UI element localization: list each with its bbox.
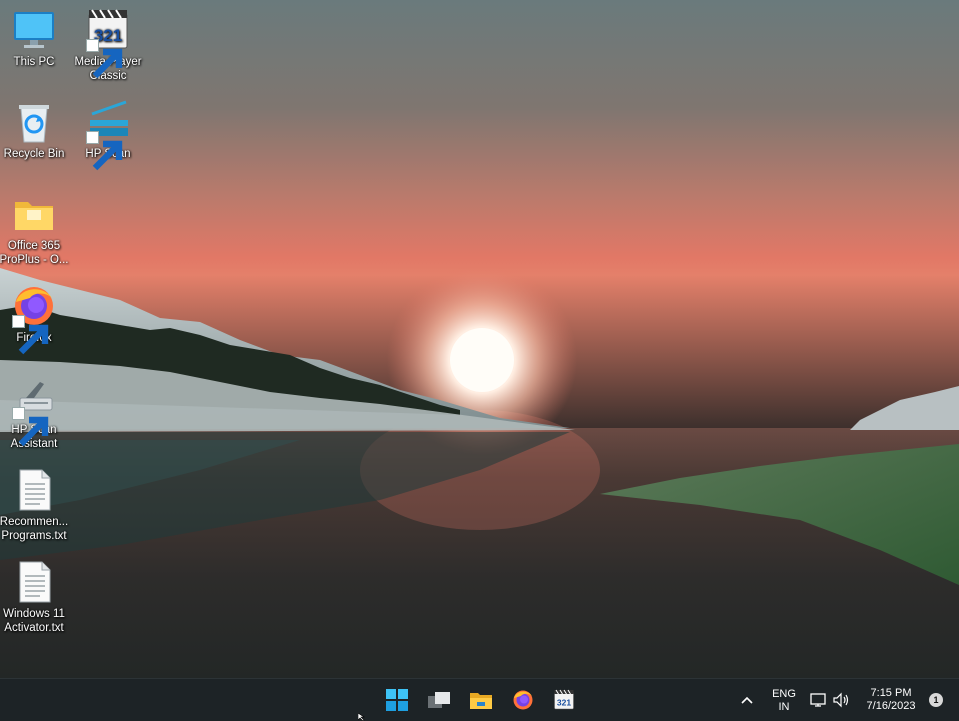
network-status-button[interactable] bbox=[806, 686, 830, 714]
language-region: IN bbox=[778, 701, 790, 713]
desktop-icon-media-player-classic[interactable]: 321 Media Player Classic bbox=[72, 8, 144, 83]
shortcut-arrow-icon bbox=[86, 39, 123, 79]
firefox-icon bbox=[513, 690, 533, 710]
shortcut-arrow-icon bbox=[86, 131, 123, 171]
desktop-icon-firefox[interactable]: Firefox bbox=[0, 284, 70, 355]
desktop-icon-recycle-bin[interactable]: Recycle Bin bbox=[0, 100, 70, 161]
desktop-icon-hp-scan[interactable]: HP Scan bbox=[72, 100, 144, 171]
desktop-icon-this-pc[interactable]: This PC bbox=[0, 8, 70, 69]
task-view-button[interactable] bbox=[424, 686, 454, 714]
desktop-icon-windows-11-activator[interactable]: Windows 11 Activator.txt bbox=[0, 560, 70, 635]
chevron-up-icon bbox=[741, 696, 753, 704]
volume-button[interactable] bbox=[830, 686, 854, 714]
speaker-icon bbox=[833, 692, 849, 708]
language-code: ENG bbox=[772, 688, 796, 700]
task-view-icon bbox=[428, 692, 450, 708]
desktop-icon-label: Windows 11 Activator.txt bbox=[3, 608, 65, 634]
shortcut-arrow-icon bbox=[12, 407, 49, 447]
desktop-icon-label: Office 365 ProPlus - O... bbox=[0, 240, 69, 266]
desktop-icon-label: Recycle Bin bbox=[3, 148, 65, 160]
desktop-icon-label: This PC bbox=[13, 56, 55, 68]
shortcut-arrow-icon bbox=[12, 315, 49, 355]
windows-start-icon bbox=[386, 689, 408, 711]
firefox-taskbar-button[interactable] bbox=[508, 686, 538, 714]
show-hidden-icons-button[interactable] bbox=[734, 686, 760, 714]
clock[interactable]: 7:15 PM 7/16/2023 bbox=[858, 687, 924, 713]
folder-icon bbox=[15, 202, 53, 230]
desktop-icon-label: Recommen... Programs.txt bbox=[0, 516, 69, 542]
start-button[interactable] bbox=[382, 686, 412, 714]
media-player-classic-icon: 321 bbox=[554, 689, 574, 710]
svg-text:321: 321 bbox=[557, 698, 571, 708]
network-icon bbox=[810, 693, 826, 707]
file-explorer-icon bbox=[470, 693, 492, 709]
desktop-icon-office-365[interactable]: Office 365 ProPlus - O... bbox=[0, 192, 70, 267]
taskbar: 321 ENG IN 7:15 PM 7/16/2023 bbox=[0, 678, 959, 721]
text-file-icon bbox=[19, 561, 51, 603]
text-file-icon bbox=[19, 469, 51, 511]
clock-date: 7/16/2023 bbox=[866, 700, 916, 712]
desktop-icon-hp-scan-assistant[interactable]: HP Scan Assistant bbox=[0, 376, 70, 451]
media-player-classic-taskbar-button[interactable]: 321 bbox=[549, 686, 579, 714]
input-language-indicator[interactable]: ENG IN bbox=[768, 688, 800, 714]
monitor-icon bbox=[14, 12, 54, 48]
notification-badge[interactable]: 1 bbox=[929, 693, 943, 707]
recycle-bin-icon bbox=[19, 105, 49, 143]
desktop-icon-recommended-programs[interactable]: Recommen... Programs.txt bbox=[0, 468, 70, 543]
file-explorer-button[interactable] bbox=[466, 686, 496, 714]
clock-time: 7:15 PM bbox=[870, 687, 912, 699]
